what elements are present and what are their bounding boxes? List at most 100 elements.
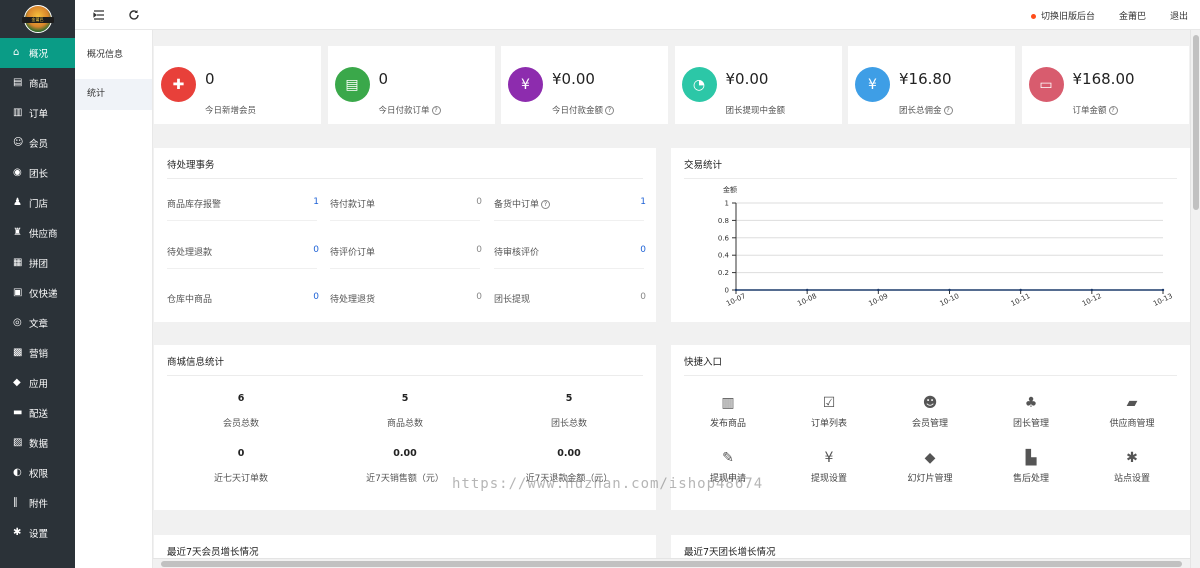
todo-item-label[interactable]: 团长提现 <box>494 292 530 305</box>
todo-item-label[interactable]: 待处理退款 <box>167 245 212 258</box>
marketing-icon: ▩ <box>13 347 23 358</box>
sidebar-item-label: 订单 <box>29 109 49 120</box>
todo-item-label[interactable]: 商品库存报警 <box>167 197 221 210</box>
todo-item-value[interactable]: 1 <box>289 197 319 207</box>
stat-label-wrap: 团长提现中金额 <box>726 104 786 116</box>
sidebar-item-5[interactable]: ♟ 门店 <box>0 188 75 218</box>
sidebar-item-label: 概况 <box>29 49 49 60</box>
todo-item-value[interactable]: 0 <box>289 245 319 255</box>
todo-item-value[interactable]: 0 <box>452 197 482 207</box>
sidebar-item-10[interactable]: ▩ 营销 <box>0 338 75 368</box>
yen-icon: ¥ <box>508 67 543 102</box>
subnav-item-statistics[interactable]: 统计 <box>75 79 152 110</box>
clipboard-check-icon: ☑ <box>822 395 836 411</box>
stat-label-wrap: 今日新增会员 <box>205 104 256 116</box>
help-icon[interactable]: ? <box>943 106 953 115</box>
quick-entry-truck[interactable]: ▰ 供应商管理 <box>1092 394 1172 429</box>
wallet-icon: ▭ <box>1028 67 1064 102</box>
todo-item-value[interactable]: 1 <box>616 197 646 207</box>
pie-icon: ◔ <box>681 67 717 102</box>
article-icon: ◎ <box>13 317 22 328</box>
transaction-chart-panel: 交易统计 金额 0 0.2 0.4 0.6 0.8 1 10-07 10-08 10-09 10-1… <box>671 148 1190 322</box>
quick-entry-barcode[interactable]: ▥ 发布商品 <box>688 394 768 429</box>
todo-label: 团长提现 <box>494 295 531 305</box>
sidebar-item-label: 营销 <box>29 349 49 360</box>
leader-icon: ◉ <box>13 167 22 178</box>
todo-item-label[interactable]: 待评价订单 <box>330 245 375 258</box>
scroll-thumb[interactable] <box>1193 35 1199 210</box>
todo-item-value[interactable]: 0 <box>289 292 319 302</box>
divider <box>167 178 643 179</box>
sidebar-item-11[interactable]: ◆ 应用 <box>0 368 75 398</box>
supplier-icon: ♜ <box>13 227 22 238</box>
quick-entry-yen-circle[interactable]: ¥ 提现设置 <box>789 449 869 484</box>
help-icon[interactable]: ? <box>431 106 441 115</box>
app-icon: ◆ <box>13 377 21 388</box>
sidebar-item-label: 数据 <box>29 439 49 450</box>
stat-value: 0 <box>378 70 389 88</box>
sidebar-item-6[interactable]: ♜ 供应商 <box>0 218 75 248</box>
sidebar-item-3[interactable]: ☺ 会员 <box>0 128 75 158</box>
watermark-text: https://www.huzhan.com/ishop48674 <box>452 476 764 492</box>
sidebar-item-15[interactable]: ∥ 附件 <box>0 488 75 518</box>
refresh-icon[interactable] <box>128 9 140 21</box>
help-icon[interactable]: ? <box>541 200 551 209</box>
mall-stat-value: 5 <box>565 393 573 404</box>
data-point <box>734 288 738 292</box>
quick-entry-clipboard-check[interactable]: ☑ 订单列表 <box>789 394 869 429</box>
mall-stat-value: 0.00 <box>557 448 581 459</box>
sidebar-item-14[interactable]: ◐ 权限 <box>0 458 75 488</box>
x-tick-label: 10-10 <box>939 292 961 308</box>
stat-card: ▤ 0 今日付款订单? <box>327 46 495 124</box>
todo-item-label[interactable]: 待付款订单 <box>330 197 375 210</box>
todo-item-label[interactable]: 仓库中商品 <box>167 292 212 305</box>
stat-card: ¥ ¥16.80 团长总佣金? <box>848 46 1015 124</box>
quick-entry-after-sale[interactable]: ▙ 售后处理 <box>991 449 1071 484</box>
sidebar-item-4[interactable]: ◉ 团长 <box>0 158 75 188</box>
todo-label: 待处理退货 <box>330 295 376 305</box>
mall-stat-label: 会员总数 <box>222 419 259 429</box>
quick-entry-tag[interactable]: ◆ 幻灯片管理 <box>890 449 970 484</box>
todo-item-label[interactable]: 待处理退货 <box>330 292 375 305</box>
todo-item-value[interactable]: 0 <box>616 245 646 255</box>
mall-stat-value: 5 <box>401 393 409 404</box>
todo-item-value[interactable]: 0 <box>452 292 482 302</box>
stat-card: ◔ ¥0.00 团长提现中金额 <box>674 46 842 124</box>
y-axis-label: 金额 <box>723 185 737 194</box>
help-icon[interactable]: ? <box>1108 106 1118 115</box>
user-name[interactable]: 金莆巴 <box>1119 9 1146 22</box>
logout-link[interactable]: 退出 <box>1170 9 1188 22</box>
sidebar-item-7[interactable]: ▦ 拼团 <box>0 248 75 278</box>
sidebar-item-8[interactable]: ▣ 仅快递 <box>0 278 75 308</box>
quick-entry-org-chart[interactable]: ♣ 团长管理 <box>991 394 1071 429</box>
sidebar-item-1[interactable]: ▤ 商品 <box>0 68 75 98</box>
stat-label: 今日付款订单 <box>378 106 430 116</box>
sidebar-item-2[interactable]: ▥ 订单 <box>0 98 75 128</box>
sidebar-item-16[interactable]: ✱ 设置 <box>0 518 75 548</box>
collapse-menu-icon[interactable] <box>93 9 105 21</box>
stat-value: 0 <box>205 70 215 88</box>
horizontal-scrollbar[interactable] <box>153 558 1190 568</box>
y-tick-label: 1 <box>725 200 729 208</box>
document-icon: ▤ <box>334 67 370 102</box>
sidebar-item-9[interactable]: ◎ 文章 <box>0 308 75 338</box>
sidebar-item-label: 文章 <box>29 319 49 330</box>
help-icon[interactable]: ? <box>605 106 615 115</box>
sidebar-item-12[interactable]: ▬ 配送 <box>0 398 75 428</box>
quick-entry-member-manage[interactable]: ☻ 会员管理 <box>890 394 970 429</box>
quick-entry-gear[interactable]: ✱ 站点设置 <box>1092 449 1172 484</box>
quick-entry-label: 幻灯片管理 <box>907 474 953 484</box>
stat-label: 今日新增会员 <box>205 106 257 116</box>
logo[interactable]: 金莆巴 <box>0 0 75 38</box>
permission-icon: ◐ <box>13 467 22 478</box>
scroll-thumb[interactable] <box>161 561 1182 567</box>
vertical-scrollbar[interactable] <box>1190 30 1200 568</box>
todo-item-value[interactable]: 0 <box>616 292 646 302</box>
todo-item-label[interactable]: 备货中订单? <box>494 197 551 210</box>
todo-item-value[interactable]: 0 <box>452 245 482 255</box>
sidebar-item-0[interactable]: ⌂ 概况 <box>0 38 75 68</box>
sidebar-item-13[interactable]: ▨ 数据 <box>0 428 75 458</box>
subnav-item-overview[interactable]: 概况信息 <box>75 40 152 71</box>
todo-item-label[interactable]: 待审核评价 <box>494 245 539 258</box>
switch-old-admin-link[interactable]: 切换旧版后台 <box>1030 9 1095 22</box>
